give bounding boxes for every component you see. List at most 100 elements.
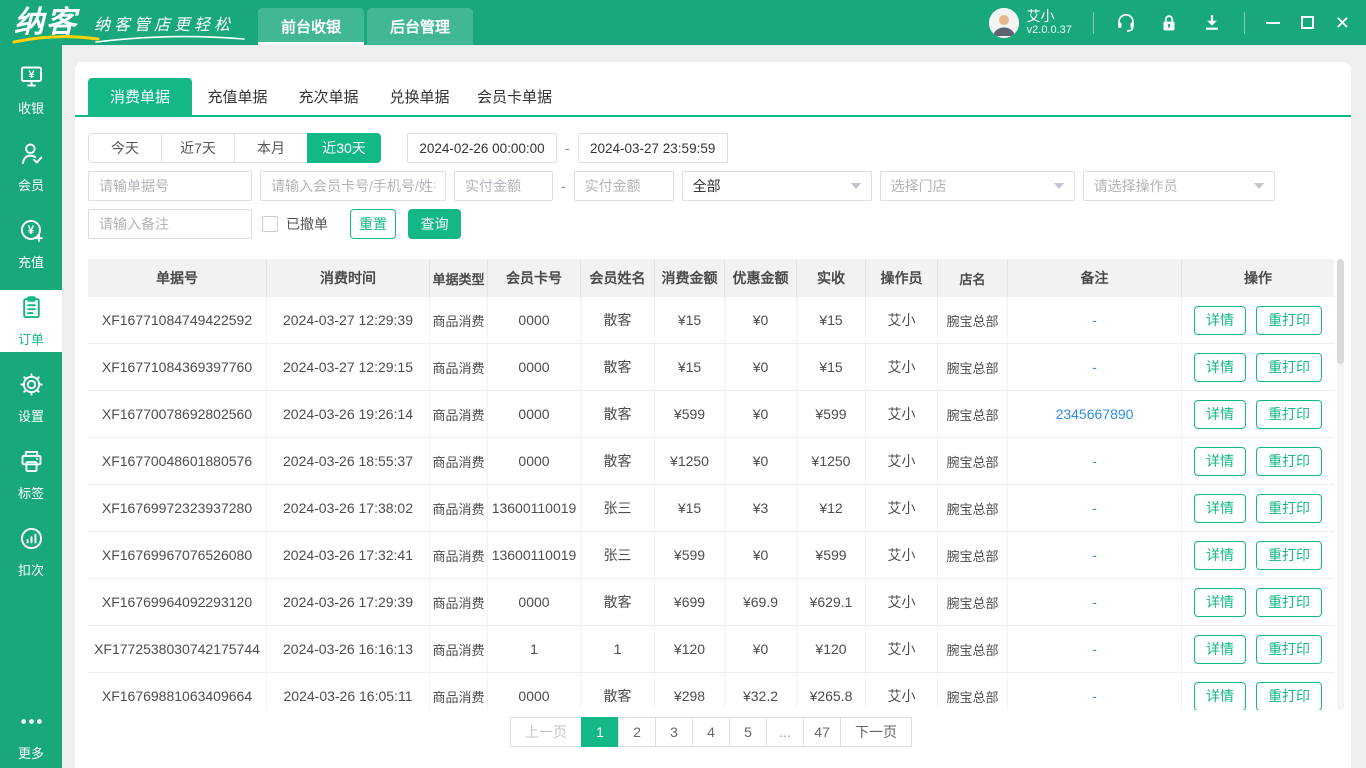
cell-单据号: XF16769972323937280 xyxy=(88,485,267,531)
revoked-checkbox[interactable] xyxy=(262,216,278,232)
detail-button[interactable]: 详情 xyxy=(1194,635,1246,664)
reprint-button[interactable]: 重打印 xyxy=(1256,306,1322,335)
tab-充值单据[interactable]: 充值单据 xyxy=(192,78,283,115)
type-select[interactable]: 全部 xyxy=(682,171,872,201)
next-page-button[interactable]: 下一页 xyxy=(840,717,912,747)
operator-select[interactable]: 请选择操作员 xyxy=(1083,171,1275,201)
quick-range-本月[interactable]: 本月 xyxy=(234,133,308,163)
main-content: 消费单据充值单据充次单据兑换单据会员卡单据 今天近7天本月近30天 - - 全部 xyxy=(62,45,1366,768)
page-button-4[interactable]: 4 xyxy=(692,717,730,747)
sidebar-item-orders[interactable]: 订单 xyxy=(0,290,62,352)
cell-消费时间: 2024-03-26 16:16:13 xyxy=(267,626,430,672)
maximize-icon[interactable] xyxy=(1301,16,1314,29)
paid-amount-min-input[interactable] xyxy=(454,171,553,201)
sidebar-item-settings[interactable]: 设置 xyxy=(0,367,62,429)
nav-tab-backoffice[interactable]: 后台管理 xyxy=(367,8,473,45)
type-select-value: 全部 xyxy=(693,176,721,196)
page-button-1[interactable]: 1 xyxy=(581,717,619,747)
reprint-button[interactable]: 重打印 xyxy=(1256,447,1322,476)
table-scrollbar[interactable] xyxy=(1337,259,1344,710)
sidebar-item-more[interactable]: 更多 xyxy=(0,710,62,760)
cell-会员姓名: 散客 xyxy=(581,391,655,437)
page-button-3[interactable]: 3 xyxy=(655,717,693,747)
reprint-button[interactable]: 重打印 xyxy=(1256,541,1322,570)
quick-range-今天[interactable]: 今天 xyxy=(88,133,162,163)
detail-button[interactable]: 详情 xyxy=(1194,353,1246,382)
detail-button[interactable]: 详情 xyxy=(1194,682,1246,711)
cell-消费时间: 2024-03-26 17:38:02 xyxy=(267,485,430,531)
nav-tab-front-cashier[interactable]: 前台收银 xyxy=(258,8,364,45)
cell-单据类型: 商品消费 xyxy=(430,391,488,437)
cell-操作员: 艾小 xyxy=(866,626,938,672)
amount-range-separator: - xyxy=(561,178,566,194)
lock-icon[interactable] xyxy=(1158,12,1180,34)
close-icon[interactable]: ✕ xyxy=(1335,14,1350,32)
quick-range-近7天[interactable]: 近7天 xyxy=(161,133,235,163)
column-actions: 操作 xyxy=(1182,259,1334,297)
date-to-input[interactable] xyxy=(578,133,728,163)
remark-input[interactable] xyxy=(88,209,252,239)
detail-button[interactable]: 详情 xyxy=(1194,447,1246,476)
minimize-icon[interactable] xyxy=(1266,22,1280,24)
orders-table-body: XF167710847494225922024-03-27 12:29:39商品… xyxy=(88,297,1334,710)
page-button-2[interactable]: 2 xyxy=(618,717,656,747)
cell-备注: - xyxy=(1008,673,1182,710)
quick-range-近30天[interactable]: 近30天 xyxy=(307,133,381,163)
sidebar-item-recharge[interactable]: ¥ 充值 xyxy=(0,213,62,275)
chevron-down-icon xyxy=(1054,183,1064,189)
page-button-47[interactable]: 47 xyxy=(803,717,841,747)
user-block[interactable]: 艾小 v2.0.0.37 xyxy=(989,8,1072,38)
tab-消费单据[interactable]: 消费单据 xyxy=(88,78,192,115)
cell-单据号: XF16771084749422592 xyxy=(88,297,267,343)
reprint-button[interactable]: 重打印 xyxy=(1256,353,1322,382)
order-no-input[interactable] xyxy=(88,171,252,201)
cell-备注: 2345667890 xyxy=(1008,391,1182,437)
logo-swoosh-icon xyxy=(12,33,100,45)
cell-actions: 详情重打印 xyxy=(1182,626,1334,672)
page-ellipsis: ... xyxy=(766,717,804,747)
date-from-input[interactable] xyxy=(407,133,557,163)
cell-消费时间: 2024-03-26 17:29:39 xyxy=(267,579,430,625)
paid-amount-max-input[interactable] xyxy=(574,171,674,201)
sidebar-item-label: 设置 xyxy=(18,406,44,425)
prev-page-button[interactable]: 上一页 xyxy=(510,717,582,747)
detail-button[interactable]: 详情 xyxy=(1194,588,1246,617)
sidebar-item-deduct[interactable]: 扣次 xyxy=(0,521,62,583)
cell-消费时间: 2024-03-26 17:32:41 xyxy=(267,532,430,578)
reprint-button[interactable]: 重打印 xyxy=(1256,635,1322,664)
sidebar-item-label: 更多 xyxy=(18,743,44,762)
search-button[interactable]: 查询 xyxy=(408,209,461,239)
table-row: XF167699640922931202024-03-26 17:29:39商品… xyxy=(88,579,1334,626)
scrollbar-thumb[interactable] xyxy=(1337,259,1344,364)
cell-实收: ¥1250 xyxy=(797,438,866,484)
reprint-button[interactable]: 重打印 xyxy=(1256,400,1322,429)
sidebar-item-label-print[interactable]: 标签 xyxy=(0,444,62,506)
table-row: XF167700486018805762024-03-26 18:55:37商品… xyxy=(88,438,1334,485)
cell-单据类型: 商品消费 xyxy=(430,579,488,625)
reprint-button[interactable]: 重打印 xyxy=(1256,588,1322,617)
table-row: XF167710847494225922024-03-27 12:29:39商品… xyxy=(88,297,1334,344)
detail-button[interactable]: 详情 xyxy=(1194,306,1246,335)
orders-card: 消费单据充值单据充次单据兑换单据会员卡单据 今天近7天本月近30天 - - 全部 xyxy=(75,62,1351,768)
cell-消费金额: ¥15 xyxy=(655,344,725,390)
cell-会员卡号: 0000 xyxy=(488,673,581,710)
slogan-text: 纳客管店更轻松 xyxy=(94,17,234,34)
cell-店名: 腕宝总部 xyxy=(938,344,1008,390)
cell-实收: ¥599 xyxy=(797,391,866,437)
sidebar-item-cashier[interactable]: ¥ 收银 xyxy=(0,59,62,121)
reprint-button[interactable]: 重打印 xyxy=(1256,682,1322,711)
reset-button[interactable]: 重置 xyxy=(350,209,396,239)
detail-button[interactable]: 详情 xyxy=(1194,541,1246,570)
page-button-5[interactable]: 5 xyxy=(729,717,767,747)
tab-会员卡单据[interactable]: 会员卡单据 xyxy=(465,78,564,115)
reprint-button[interactable]: 重打印 xyxy=(1256,494,1322,523)
detail-button[interactable]: 详情 xyxy=(1194,494,1246,523)
sidebar-item-member[interactable]: 会员 xyxy=(0,136,62,198)
support-icon[interactable] xyxy=(1115,12,1137,34)
tab-充次单据[interactable]: 充次单据 xyxy=(283,78,374,115)
member-search-input[interactable] xyxy=(260,171,446,201)
detail-button[interactable]: 详情 xyxy=(1194,400,1246,429)
tab-兑换单据[interactable]: 兑换单据 xyxy=(374,78,465,115)
store-select[interactable]: 选择门店 xyxy=(880,171,1075,201)
download-icon[interactable] xyxy=(1201,12,1223,34)
